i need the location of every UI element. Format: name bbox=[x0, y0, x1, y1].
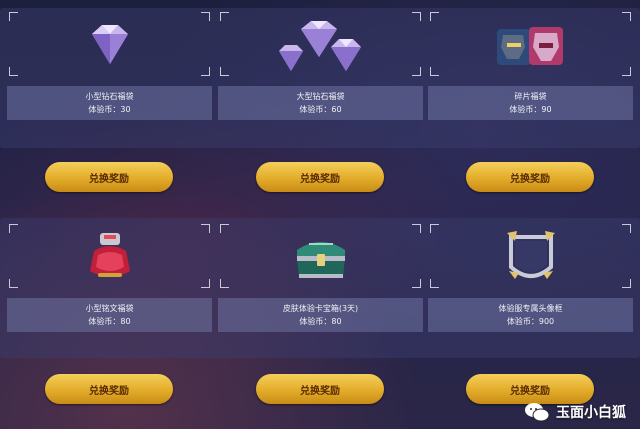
reward-info-bar: 体验服专属头像框 体验币：900 bbox=[428, 298, 633, 332]
reward-card-small-inscription-bag: 小型铭文福袋 体验币：80 bbox=[7, 222, 212, 332]
watermark-text: 玉面小白狐 bbox=[556, 405, 626, 421]
reward-cost: 体验币：90 bbox=[509, 105, 552, 114]
reward-name: 碎片福袋 bbox=[514, 92, 547, 101]
reward-name: 体验服专属头像框 bbox=[498, 304, 563, 313]
fragment-bag-icon bbox=[496, 27, 563, 65]
reward-card-large-diamond-bag: 大型钻石福袋 体验币：60 bbox=[218, 10, 423, 120]
large-diamond-bag-icon bbox=[278, 21, 361, 71]
reward-cost: 体验币：30 bbox=[88, 105, 131, 114]
reward-card-small-diamond-bag: 小型钻石福袋 体验币：30 bbox=[7, 10, 212, 120]
redeem-button[interactable]: 兑换奖励 bbox=[466, 162, 594, 192]
reward-info-bar: 小型钻石福袋 体验币：30 bbox=[7, 86, 212, 120]
reward-cost: 体验币：900 bbox=[506, 317, 555, 326]
reward-info-bar: 大型钻石福袋 体验币：60 bbox=[218, 86, 423, 120]
watermark: 玉面小白狐 bbox=[524, 401, 626, 423]
reward-cost: 体验币：80 bbox=[88, 317, 131, 326]
redeem-button[interactable]: 兑换奖励 bbox=[256, 162, 384, 192]
reward-card-fragment-bag: 碎片福袋 体验币：90 bbox=[428, 10, 633, 120]
skin-trial-chest-icon bbox=[296, 242, 345, 278]
avatar-frame-icon bbox=[506, 231, 555, 279]
wechat-logo-icon bbox=[525, 403, 550, 422]
redeem-button[interactable]: 兑换奖励 bbox=[45, 374, 173, 404]
redeem-button[interactable]: 兑换奖励 bbox=[45, 162, 173, 192]
reward-info-bar: 小型铭文福袋 体验币：80 bbox=[7, 298, 212, 332]
reward-cost: 体验币：60 bbox=[299, 105, 342, 114]
redeem-button[interactable]: 兑换奖励 bbox=[256, 374, 384, 404]
redeem-button[interactable]: 兑换奖励 bbox=[466, 374, 594, 404]
reward-card-avatar-frame: 体验服专属头像框 体验币：900 bbox=[428, 222, 633, 332]
small-diamond-bag-icon bbox=[91, 25, 128, 64]
reward-card-skin-trial-chest: 皮肤体验卡宝箱(3天) 体验币：80 bbox=[218, 222, 423, 332]
small-inscription-bag-icon bbox=[89, 233, 130, 277]
reward-name: 小型铭文福袋 bbox=[85, 304, 134, 313]
reward-info-bar: 碎片福袋 体验币：90 bbox=[428, 86, 633, 120]
reward-info-bar: 皮肤体验卡宝箱(3天) 体验币：80 bbox=[218, 298, 423, 332]
reward-cost: 体验币：80 bbox=[299, 317, 342, 326]
reward-name: 皮肤体验卡宝箱(3天) bbox=[282, 304, 359, 313]
reward-name: 大型钻石福袋 bbox=[296, 92, 345, 101]
reward-name: 小型钻石福袋 bbox=[85, 92, 134, 101]
